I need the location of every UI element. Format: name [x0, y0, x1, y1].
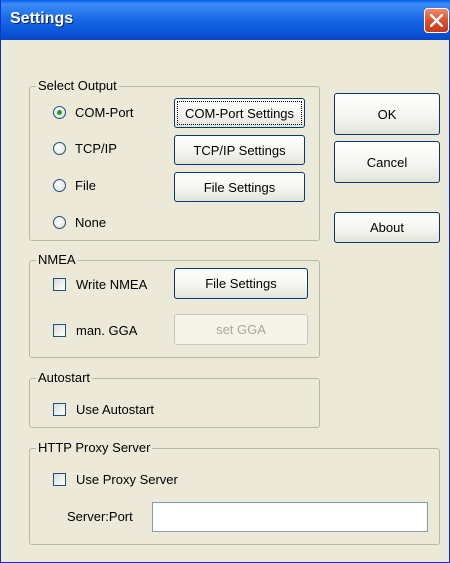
close-icon — [430, 14, 443, 27]
checkbox-label: Use Autostart — [76, 401, 155, 417]
checkbox-indicator[interactable] — [53, 323, 66, 337]
radio-indicator[interactable] — [53, 215, 66, 229]
radio-label: TCP/IP — [75, 140, 117, 156]
about-button[interactable]: About — [334, 212, 440, 243]
select-output-legend: Select Output — [36, 78, 119, 94]
radio-indicator[interactable] — [53, 105, 66, 119]
checkbox-indicator[interactable] — [53, 402, 66, 416]
radio-label: None — [75, 214, 107, 230]
nmea-file-settings-button[interactable]: File Settings — [174, 268, 308, 299]
window-title: Settings — [10, 10, 74, 27]
server-port-label: Server:Port — [67, 509, 133, 524]
set-gga-button[interactable]: set GGA — [174, 314, 308, 345]
radio-label: File — [75, 177, 96, 193]
cancel-button[interactable]: Cancel — [334, 141, 440, 183]
radio-file[interactable]: File — [53, 176, 96, 194]
radio-com-port[interactable]: COM-Port — [53, 103, 134, 121]
settings-dialog: Settings Select Output COM-Port TCP/IP F… — [0, 0, 450, 563]
checkbox-use-autostart[interactable]: Use Autostart — [53, 400, 154, 418]
server-port-input[interactable] — [152, 502, 428, 532]
com-port-settings-button[interactable]: COM-Port Settings — [174, 98, 305, 128]
checkbox-label: Use Proxy Server — [76, 471, 178, 487]
ok-button[interactable]: OK — [334, 93, 440, 135]
tcp-ip-settings-button[interactable]: TCP/IP Settings — [174, 135, 305, 165]
radio-none[interactable]: None — [53, 213, 106, 231]
file-settings-button[interactable]: File Settings — [174, 172, 305, 202]
title-bar[interactable]: Settings — [1, 0, 450, 40]
checkbox-use-proxy[interactable]: Use Proxy Server — [53, 470, 178, 488]
close-button[interactable] — [424, 8, 449, 33]
radio-label: COM-Port — [75, 104, 134, 120]
checkbox-write-nmea[interactable]: Write NMEA — [53, 275, 147, 293]
checkbox-man-gga[interactable]: man. GGA — [53, 321, 137, 339]
checkbox-label: man. GGA — [76, 322, 138, 338]
checkbox-label: Write NMEA — [76, 276, 148, 292]
autostart-legend: Autostart — [36, 370, 93, 386]
radio-indicator[interactable] — [53, 141, 66, 155]
radio-tcp-ip[interactable]: TCP/IP — [53, 139, 117, 157]
proxy-legend: HTTP Proxy Server — [36, 440, 153, 456]
radio-indicator[interactable] — [53, 178, 66, 192]
checkbox-indicator[interactable] — [53, 277, 66, 291]
nmea-legend: NMEA — [36, 252, 78, 268]
checkbox-indicator[interactable] — [53, 472, 66, 486]
